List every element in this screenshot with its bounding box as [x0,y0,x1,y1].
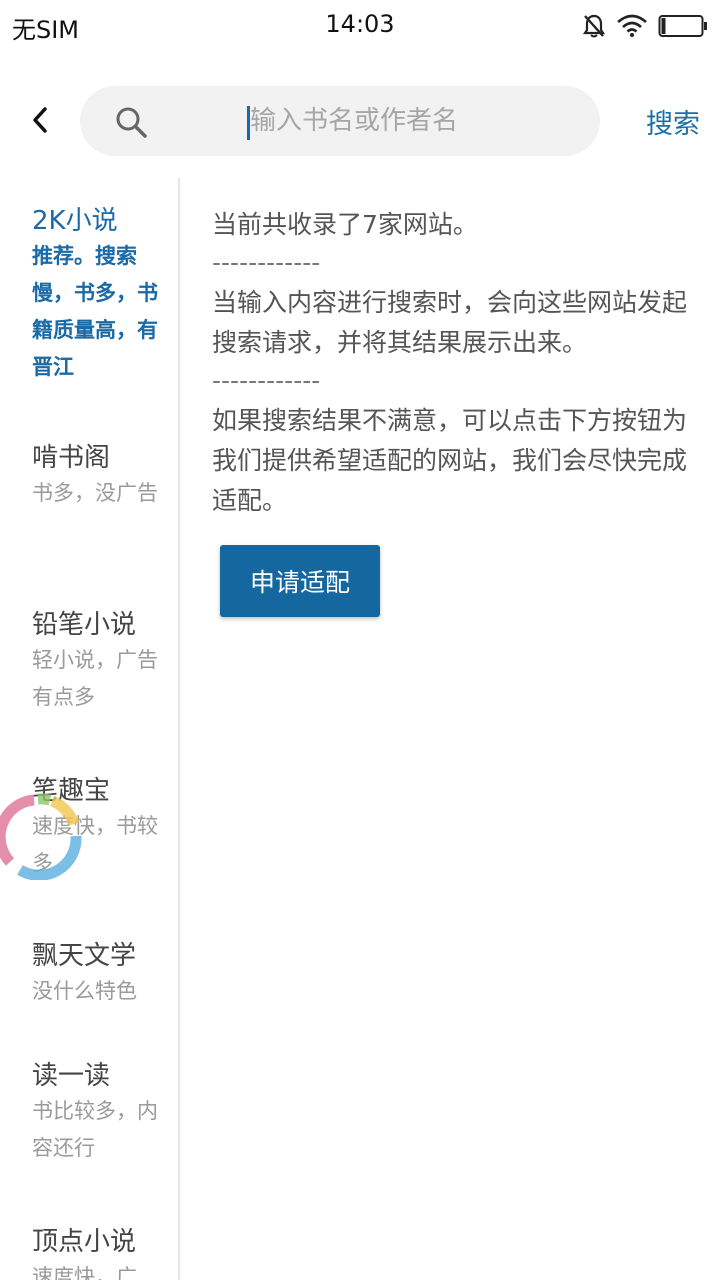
search-box[interactable] [80,86,650,156]
apply-adapt-button[interactable]: 申请适配 [220,545,380,617]
search-icon [116,107,147,138]
site-name: 读一读 [32,1061,111,1091]
back-button[interactable] [20,96,60,144]
sidebar-item-duyidu[interactable]: 读一读 书比较多，内容还行 [32,1059,160,1167]
site-name: 2K小说 [32,206,118,236]
search-button[interactable]: 搜索 [646,102,700,141]
site-desc: 没什么特色 [32,979,137,1003]
info-line-search: 当输入内容进行搜索时，会向这些网站发起搜索请求，并将其结果展示出来。 [212,288,688,357]
site-desc: 书多，没广告 [32,481,158,505]
site-name: 顶点小说 [32,1227,137,1257]
search-input[interactable] [250,96,650,146]
sidebar-item-kenshuge[interactable]: 啃书阁 书多，没广告 [32,441,160,512]
site-desc: 轻小说，广告有点多 [32,648,158,709]
site-sidebar: 2K小说 推荐。搜索慢，书多，书籍质量高，有晋江 啃书阁 书多，没广告 铅笔小说… [0,178,180,1280]
site-name: 啃书阁 [32,443,111,473]
info-line-count: 当前共收录了7家网站。 [212,210,478,239]
chevron-left-icon [33,107,47,133]
battery-icon [658,14,708,38]
info-content: 当前共收录了7家网站。 ------------ 当输入内容进行搜索时，会向这些… [212,205,702,521]
sidebar-item-piaotian[interactable]: 飘天文学 没什么特色 [32,939,160,1010]
info-line-request: 如果搜索结果不满意，可以点击下方按钮为我们提供希望适配的网站，我们会尽快完成适配… [212,406,688,515]
site-name: 铅笔小说 [32,610,137,640]
site-desc: 速度快，广 [32,1265,137,1280]
sidebar-item-qianbi[interactable]: 铅笔小说 轻小说，广告有点多 [32,608,160,716]
site-desc: 推荐。搜索慢，书多，书籍质量高，有晋江 [32,244,158,379]
status-bar: 无SIM 14:03 [0,0,720,52]
loading-spinner-icon [0,793,82,880]
sidebar-item-2k[interactable]: 2K小说 推荐。搜索慢，书多，书籍质量高，有晋江 [32,204,160,386]
info-divider: ------------ [212,248,321,277]
info-divider: ------------ [212,366,321,395]
mute-bell-icon [582,13,606,39]
sidebar-item-dingdian[interactable]: 顶点小说 速度快，广 [32,1225,160,1280]
search-header: 搜索 [0,82,720,158]
site-name: 飘天文学 [32,941,137,971]
status-icons [582,12,708,40]
site-desc: 书比较多，内容还行 [32,1099,158,1160]
wifi-icon [616,14,648,38]
